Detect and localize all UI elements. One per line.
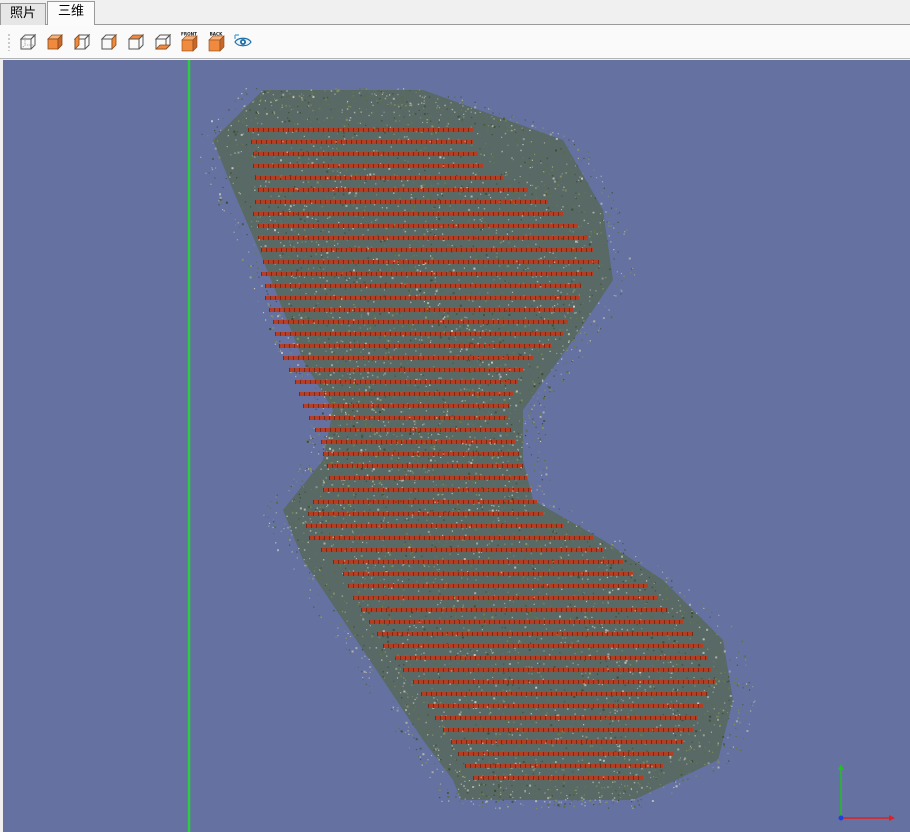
3d-viewport[interactable] — [3, 60, 910, 832]
cube-right-view-icon[interactable] — [97, 31, 119, 53]
back-view-icon[interactable]: BACK — [205, 31, 227, 53]
tab-photos[interactable]: 照片 — [0, 3, 46, 25]
tab-3d[interactable]: 三维 — [47, 1, 95, 26]
cube-bottom-view-icon[interactable] — [151, 31, 173, 53]
view-tab-bar: 照片 三维 — [0, 0, 910, 26]
view-toolbar: FRONT BACK — [0, 25, 910, 59]
cube-left-view-icon[interactable] — [70, 31, 92, 53]
cube-top-view-icon[interactable] — [124, 31, 146, 53]
cube-solid-icon[interactable] — [43, 31, 65, 53]
toolbar-grip[interactable] — [8, 33, 10, 51]
cube-wireframe-icon[interactable] — [16, 31, 38, 53]
front-badge-text: FRONT — [181, 32, 197, 37]
point-cloud-scene[interactable] — [3, 60, 910, 832]
front-view-icon[interactable]: FRONT — [178, 31, 200, 53]
camera-visibility-icon[interactable] — [232, 31, 254, 53]
back-badge-text: BACK — [210, 32, 224, 37]
axis-gizmo — [838, 764, 895, 821]
